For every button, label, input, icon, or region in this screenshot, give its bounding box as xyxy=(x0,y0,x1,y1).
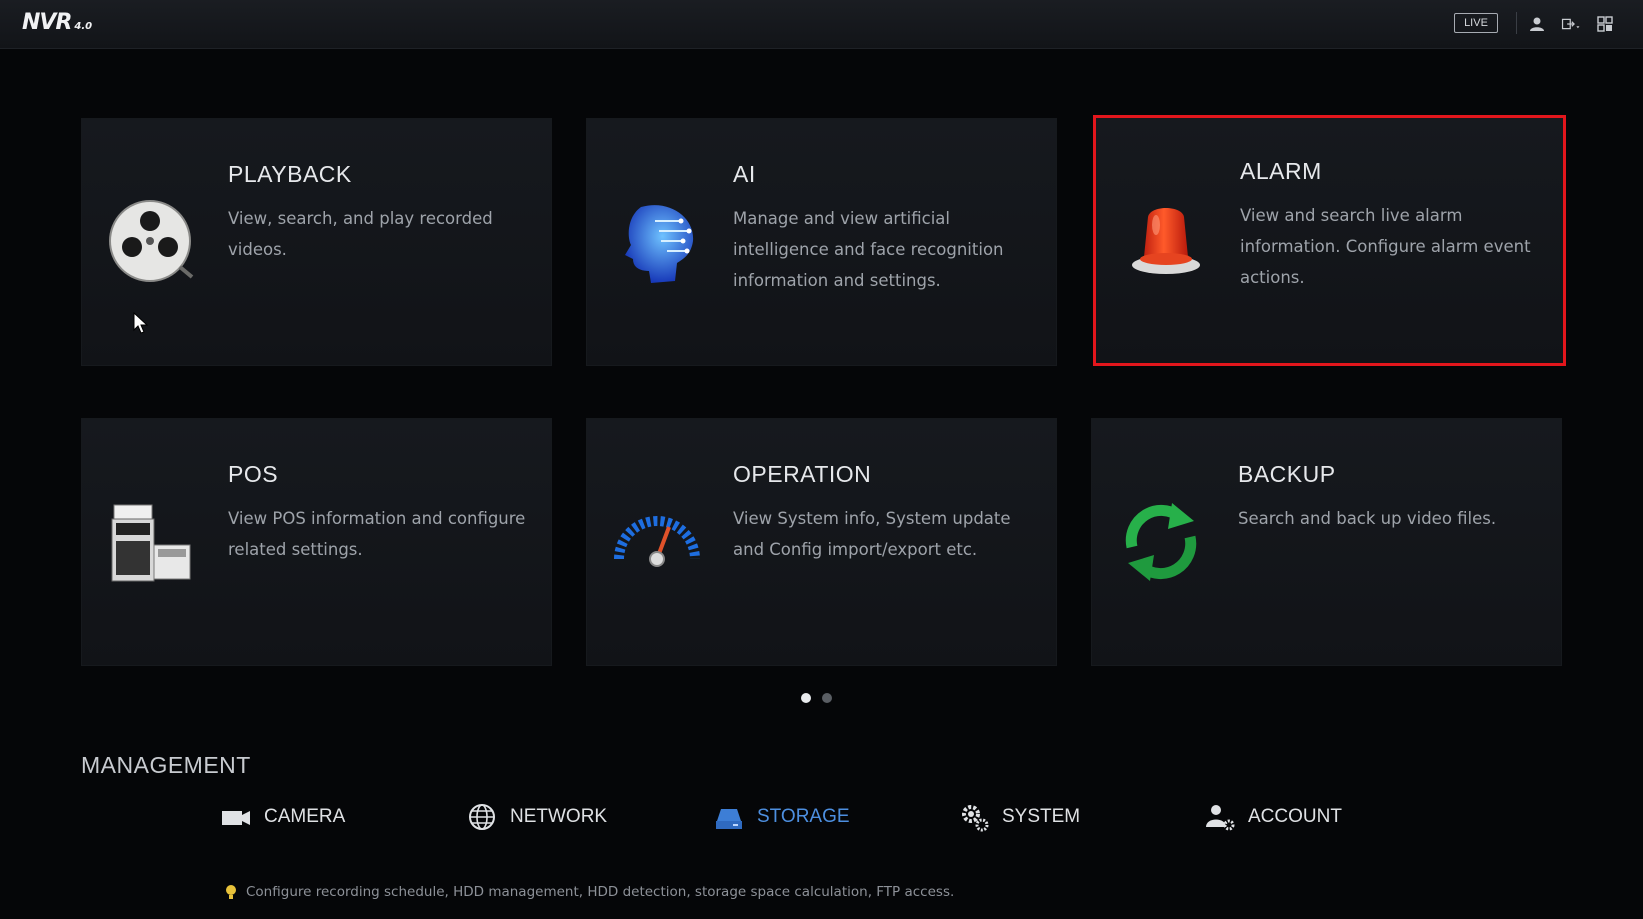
camera-icon xyxy=(222,811,250,825)
card-ai[interactable]: AI Manage and view artificial intelligen… xyxy=(586,118,1057,366)
card-title: AI xyxy=(733,161,756,187)
sync-arrows-icon xyxy=(1125,503,1197,581)
page-indicator xyxy=(801,693,832,703)
alarm-siren-icon xyxy=(1132,208,1200,274)
card-title: ALARM xyxy=(1240,158,1322,184)
logo-version: 4.0 xyxy=(74,21,93,32)
top-bar: NVR 4.0 LIVE xyxy=(0,0,1643,49)
management-item-label: CAMERA xyxy=(264,806,346,827)
card-description: View and search live alarm information. … xyxy=(1240,206,1531,287)
gears-icon xyxy=(962,805,989,832)
globe-icon xyxy=(469,804,495,830)
card-description: Manage and view artificial intelligence … xyxy=(733,209,1004,290)
card-description: View, search, and play recorded videos. xyxy=(228,209,493,259)
user-gear-icon xyxy=(1206,805,1235,831)
card-playback[interactable]: PLAYBACK View, search, and play recorded… xyxy=(81,118,552,366)
mouse-cursor-icon xyxy=(133,312,149,334)
hdd-icon xyxy=(716,809,742,829)
page-dot-1[interactable] xyxy=(801,693,811,703)
card-title: OPERATION xyxy=(733,461,872,487)
card-operation[interactable]: OPERATION View System info, System updat… xyxy=(586,418,1057,666)
toolbar-divider xyxy=(1516,12,1517,34)
hint-text: Configure recording schedule, HDD manage… xyxy=(246,884,955,900)
card-pos[interactable]: POS View POS information and configure r… xyxy=(81,418,552,666)
page-dot-2[interactable] xyxy=(822,693,832,703)
live-button[interactable]: LIVE xyxy=(1454,13,1498,33)
management-item-camera[interactable]: CAMERA xyxy=(220,800,345,834)
film-reel-icon xyxy=(109,200,194,282)
card-title: PLAYBACK xyxy=(228,161,352,187)
management-item-storage[interactable]: STORAGE xyxy=(713,800,850,834)
management-title: MANAGEMENT xyxy=(81,752,251,778)
logout-icon[interactable] xyxy=(1561,14,1581,34)
logo-text: NVR xyxy=(22,10,72,35)
card-description: Search and back up video files. xyxy=(1238,509,1497,528)
management-item-label: STORAGE xyxy=(757,806,850,827)
management-item-label: NETWORK xyxy=(510,806,608,827)
card-description: View System info, System update and Conf… xyxy=(733,509,1011,559)
gauge-icon xyxy=(614,516,700,567)
management-item-label: ACCOUNT xyxy=(1248,806,1342,827)
management-item-label: SYSTEM xyxy=(1002,806,1081,827)
management-item-system[interactable]: SYSTEM xyxy=(958,800,1080,834)
management-item-network[interactable]: NETWORK xyxy=(466,800,607,834)
nvr-logo: NVR 4.0 xyxy=(22,10,92,38)
card-title: POS xyxy=(228,461,279,487)
user-icon[interactable] xyxy=(1527,14,1547,34)
management-item-account[interactable]: ACCOUNT xyxy=(1204,800,1342,834)
card-backup[interactable]: BACKUP Search and back up video files. xyxy=(1091,418,1562,666)
card-description: View POS information and configure relat… xyxy=(228,509,526,559)
management-hint: Configure recording schedule, HDD manage… xyxy=(224,884,954,900)
lightbulb-icon xyxy=(226,885,236,899)
grid-menu-icon[interactable] xyxy=(1595,14,1615,34)
cash-register-icon xyxy=(111,504,191,582)
card-title: BACKUP xyxy=(1238,461,1336,487)
card-alarm[interactable]: ALARM View and search live alarm informa… xyxy=(1093,115,1566,366)
ai-head-icon xyxy=(625,205,694,283)
